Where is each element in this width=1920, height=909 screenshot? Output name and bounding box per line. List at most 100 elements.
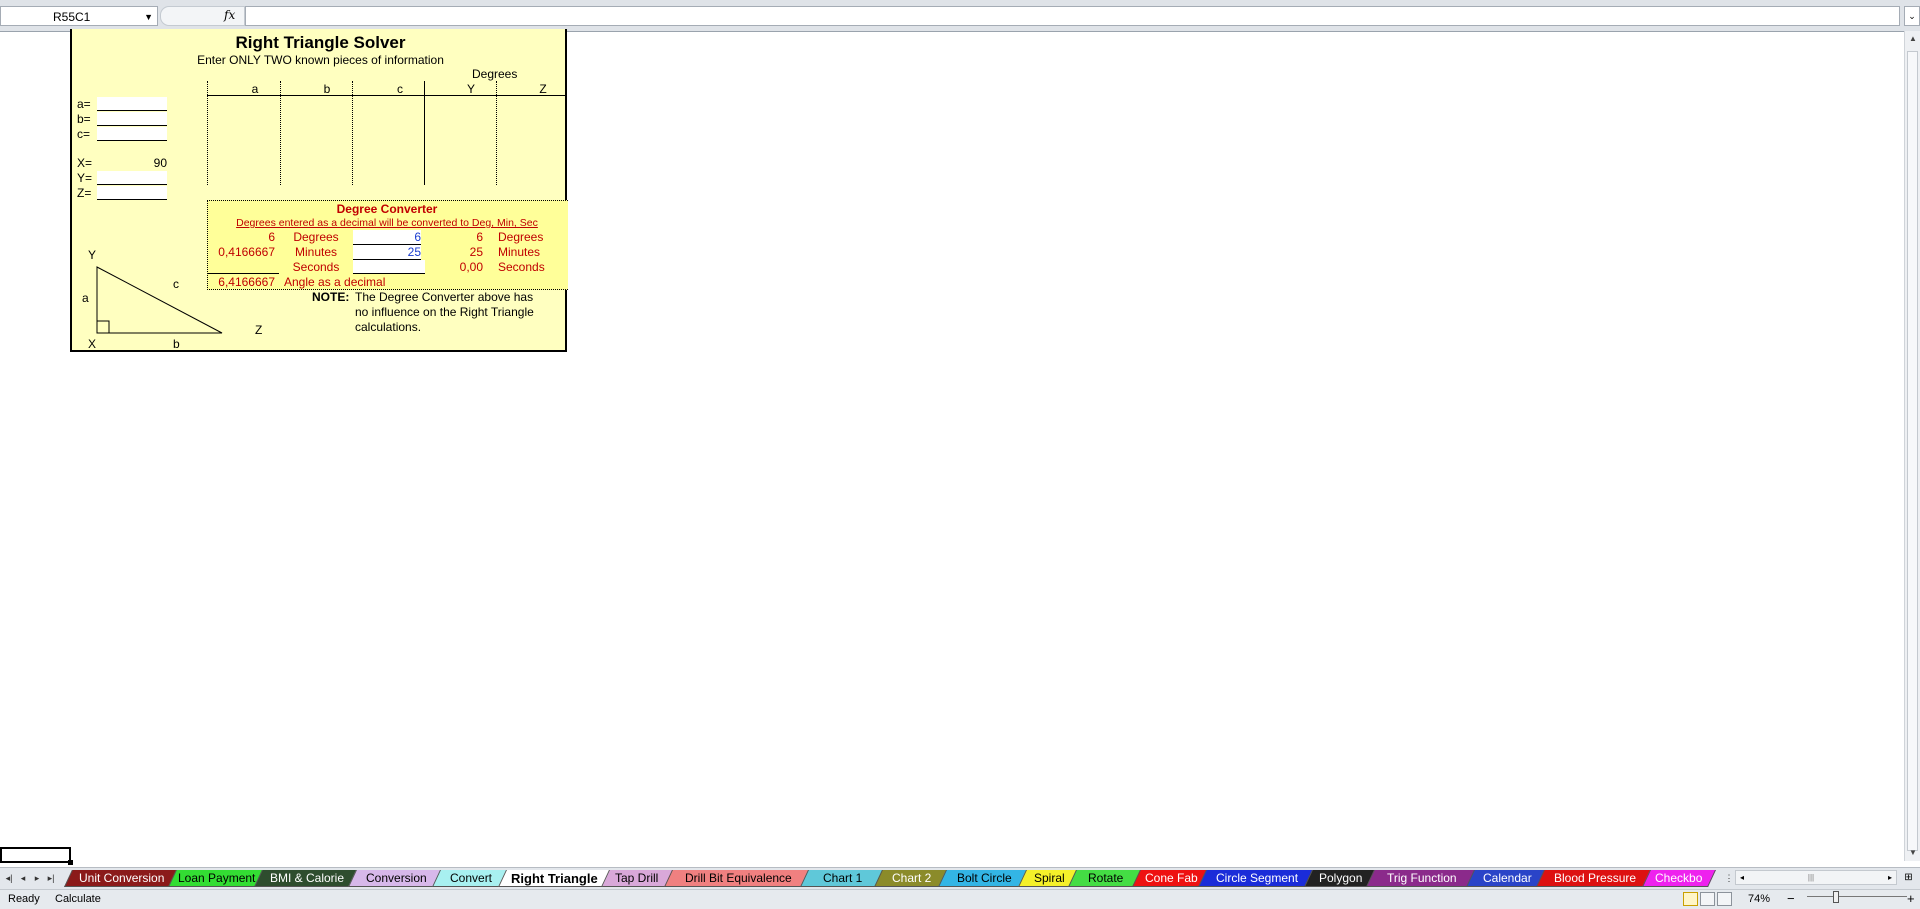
- status-ready: Ready: [8, 893, 40, 905]
- results-header-line: [207, 95, 567, 96]
- normal-view-icon[interactable]: [1683, 892, 1698, 906]
- sheet-tab-label: Circle Segment: [1215, 871, 1299, 885]
- sheet-tab-circle-segment[interactable]: Circle Segment: [1198, 870, 1316, 887]
- converter-minutes-decimal: 0,4166667: [218, 245, 275, 259]
- fill-handle[interactable]: [68, 860, 73, 865]
- converter-seconds-input[interactable]: [353, 260, 425, 274]
- a-input[interactable]: [97, 97, 167, 111]
- sheet-tab-label: Drill Bit Equivalence: [684, 871, 792, 885]
- sheet-tab-bmi-calorie[interactable]: BMI & Calorie: [254, 870, 360, 887]
- converter-degrees-output-label: Degrees: [498, 230, 544, 244]
- horizontal-scrollbar[interactable]: ◂ ||| ▸: [1735, 870, 1897, 885]
- converter-seconds-label: Seconds: [292, 260, 340, 274]
- converter-seconds-output-label: Seconds: [498, 260, 545, 274]
- scroll-corner-icon[interactable]: ⊞: [1897, 870, 1920, 885]
- triangle-vertex-y: Y: [88, 248, 97, 262]
- z-input[interactable]: [97, 186, 167, 200]
- grid-line: [207, 81, 208, 185]
- converter-degrees-label: Degrees: [293, 230, 339, 244]
- scroll-down-icon[interactable]: ▼: [1905, 845, 1920, 861]
- converter-degrees-input[interactable]: 6: [353, 230, 421, 245]
- page-break-view-icon[interactable]: [1717, 892, 1732, 906]
- note-line-2: no influence on the Right Triangle: [355, 305, 534, 319]
- degrees-header: Degrees: [472, 67, 518, 81]
- scroll-up-icon[interactable]: ▲: [1905, 31, 1920, 47]
- sheet-tab-label: Right Triangle: [510, 871, 598, 886]
- scroll-right-icon[interactable]: ▸: [1884, 871, 1896, 884]
- z-label: Z=: [77, 186, 92, 200]
- sheet-tab-label: Convert: [449, 871, 493, 885]
- sheet-tab-label: Chart 2: [892, 871, 932, 885]
- x-label: X=: [77, 156, 93, 170]
- sheet-tabs: Unit Conversion Loan Payment BMI & Calorie…: [64, 868, 1721, 890]
- status-calculate[interactable]: Calculate: [55, 893, 101, 905]
- y-label: Y=: [77, 171, 93, 185]
- converter-degrees-decimal: 6: [268, 230, 275, 244]
- sheet-tab-checkbo[interactable]: Checkbo: [1642, 870, 1716, 887]
- sheet-tab-label: Blood Pressure: [1553, 871, 1637, 885]
- grid-line: [352, 81, 353, 185]
- col-header-y: Y: [466, 82, 475, 96]
- c-input[interactable]: [97, 127, 167, 141]
- triangle-vertex-x: X: [88, 337, 97, 351]
- zoom-slider-knob[interactable]: [1833, 891, 1839, 903]
- next-sheet-icon[interactable]: ▸: [31, 871, 43, 885]
- y-input[interactable]: [97, 171, 167, 185]
- chevron-down-icon[interactable]: ▼: [144, 12, 153, 22]
- sheet-tab-drill-bit-equivalence[interactable]: Drill Bit Equivalence: [664, 870, 812, 887]
- last-sheet-icon[interactable]: ▸|: [45, 871, 57, 885]
- sheet-tab-conversion[interactable]: Conversion: [348, 870, 444, 887]
- col-header-z: Z: [539, 82, 547, 96]
- sheet-tab-unit-conversion[interactable]: Unit Conversion: [64, 870, 180, 887]
- tab-split-icon[interactable]: ⋮: [1723, 871, 1735, 885]
- sheet-tab-label: Calendar: [1482, 871, 1532, 885]
- a-label: a=: [77, 97, 91, 111]
- expand-formula-bar-icon[interactable]: ⌄: [1904, 6, 1920, 26]
- sheet-tab-label: Conversion: [365, 871, 427, 885]
- vertical-scroll-thumb[interactable]: [1907, 51, 1918, 851]
- sheet-tab-chart-1[interactable]: Chart 1: [800, 870, 886, 887]
- triangle-shape: [96, 266, 223, 334]
- formula-input[interactable]: [245, 6, 1900, 26]
- sheet-tab-label: Unit Conversion: [79, 871, 165, 885]
- sheet-tab-bolt-circle[interactable]: Bolt Circle: [938, 870, 1030, 887]
- sheet-tab-trig-function[interactable]: Trig Function: [1366, 870, 1478, 887]
- horizontal-scroll-thumb[interactable]: |||: [1806, 872, 1816, 883]
- sheet-tab-label: Checkbo: [1655, 871, 1703, 885]
- zoom-slider[interactable]: [1807, 896, 1907, 897]
- angle-decimal-label: Angle as a decimal: [284, 275, 386, 289]
- note-line-3: calculations.: [355, 320, 422, 334]
- x-value: 90: [153, 156, 167, 170]
- col-header-b: b: [323, 82, 331, 96]
- zoom-in-icon[interactable]: +: [1907, 891, 1915, 906]
- active-cell[interactable]: [0, 847, 71, 863]
- right-angle-marker: [96, 320, 110, 334]
- name-box[interactable]: R55C1 ▼: [0, 6, 158, 26]
- b-label: b=: [77, 112, 91, 126]
- sheet-tab-label: Trig Function: [1387, 871, 1457, 885]
- sheet-tab-label: Polygon: [1319, 871, 1363, 885]
- scroll-left-icon[interactable]: ◂: [1736, 871, 1748, 884]
- sheet-tab-loan-payment[interactable]: Loan Payment: [168, 870, 266, 887]
- insert-function-icon[interactable]: fx: [224, 8, 235, 22]
- sheet-tab-blood-pressure[interactable]: Blood Pressure: [1536, 870, 1654, 887]
- b-input[interactable]: [97, 112, 167, 126]
- sheet-tab-label: Cone Fab: [1144, 871, 1198, 885]
- triangle-vertex-z: Z: [255, 323, 263, 337]
- prev-sheet-icon[interactable]: ◂: [17, 871, 29, 885]
- page-layout-view-icon[interactable]: [1700, 892, 1715, 906]
- note-label: NOTE:: [312, 290, 350, 304]
- triangle-side-b: b: [173, 337, 180, 351]
- zoom-level[interactable]: 74%: [1748, 893, 1770, 905]
- converter-minutes-input[interactable]: 25: [353, 245, 421, 260]
- converter-minutes-output: 25: [469, 245, 483, 259]
- c-label: c=: [77, 127, 91, 141]
- sheet-title: Right Triangle Solver: [235, 33, 406, 52]
- vertical-scrollbar[interactable]: ▲ ▼: [1904, 31, 1920, 861]
- col-header-a: a: [251, 82, 259, 96]
- sheet-tab-calendar[interactable]: Calendar: [1466, 870, 1548, 887]
- zoom-out-icon[interactable]: −: [1787, 891, 1795, 906]
- sheet-tab-label: Tap Drill: [615, 871, 659, 885]
- first-sheet-icon[interactable]: ◂|: [3, 871, 15, 885]
- sheet-tab-right-triangle[interactable]: Right Triangle: [498, 870, 610, 887]
